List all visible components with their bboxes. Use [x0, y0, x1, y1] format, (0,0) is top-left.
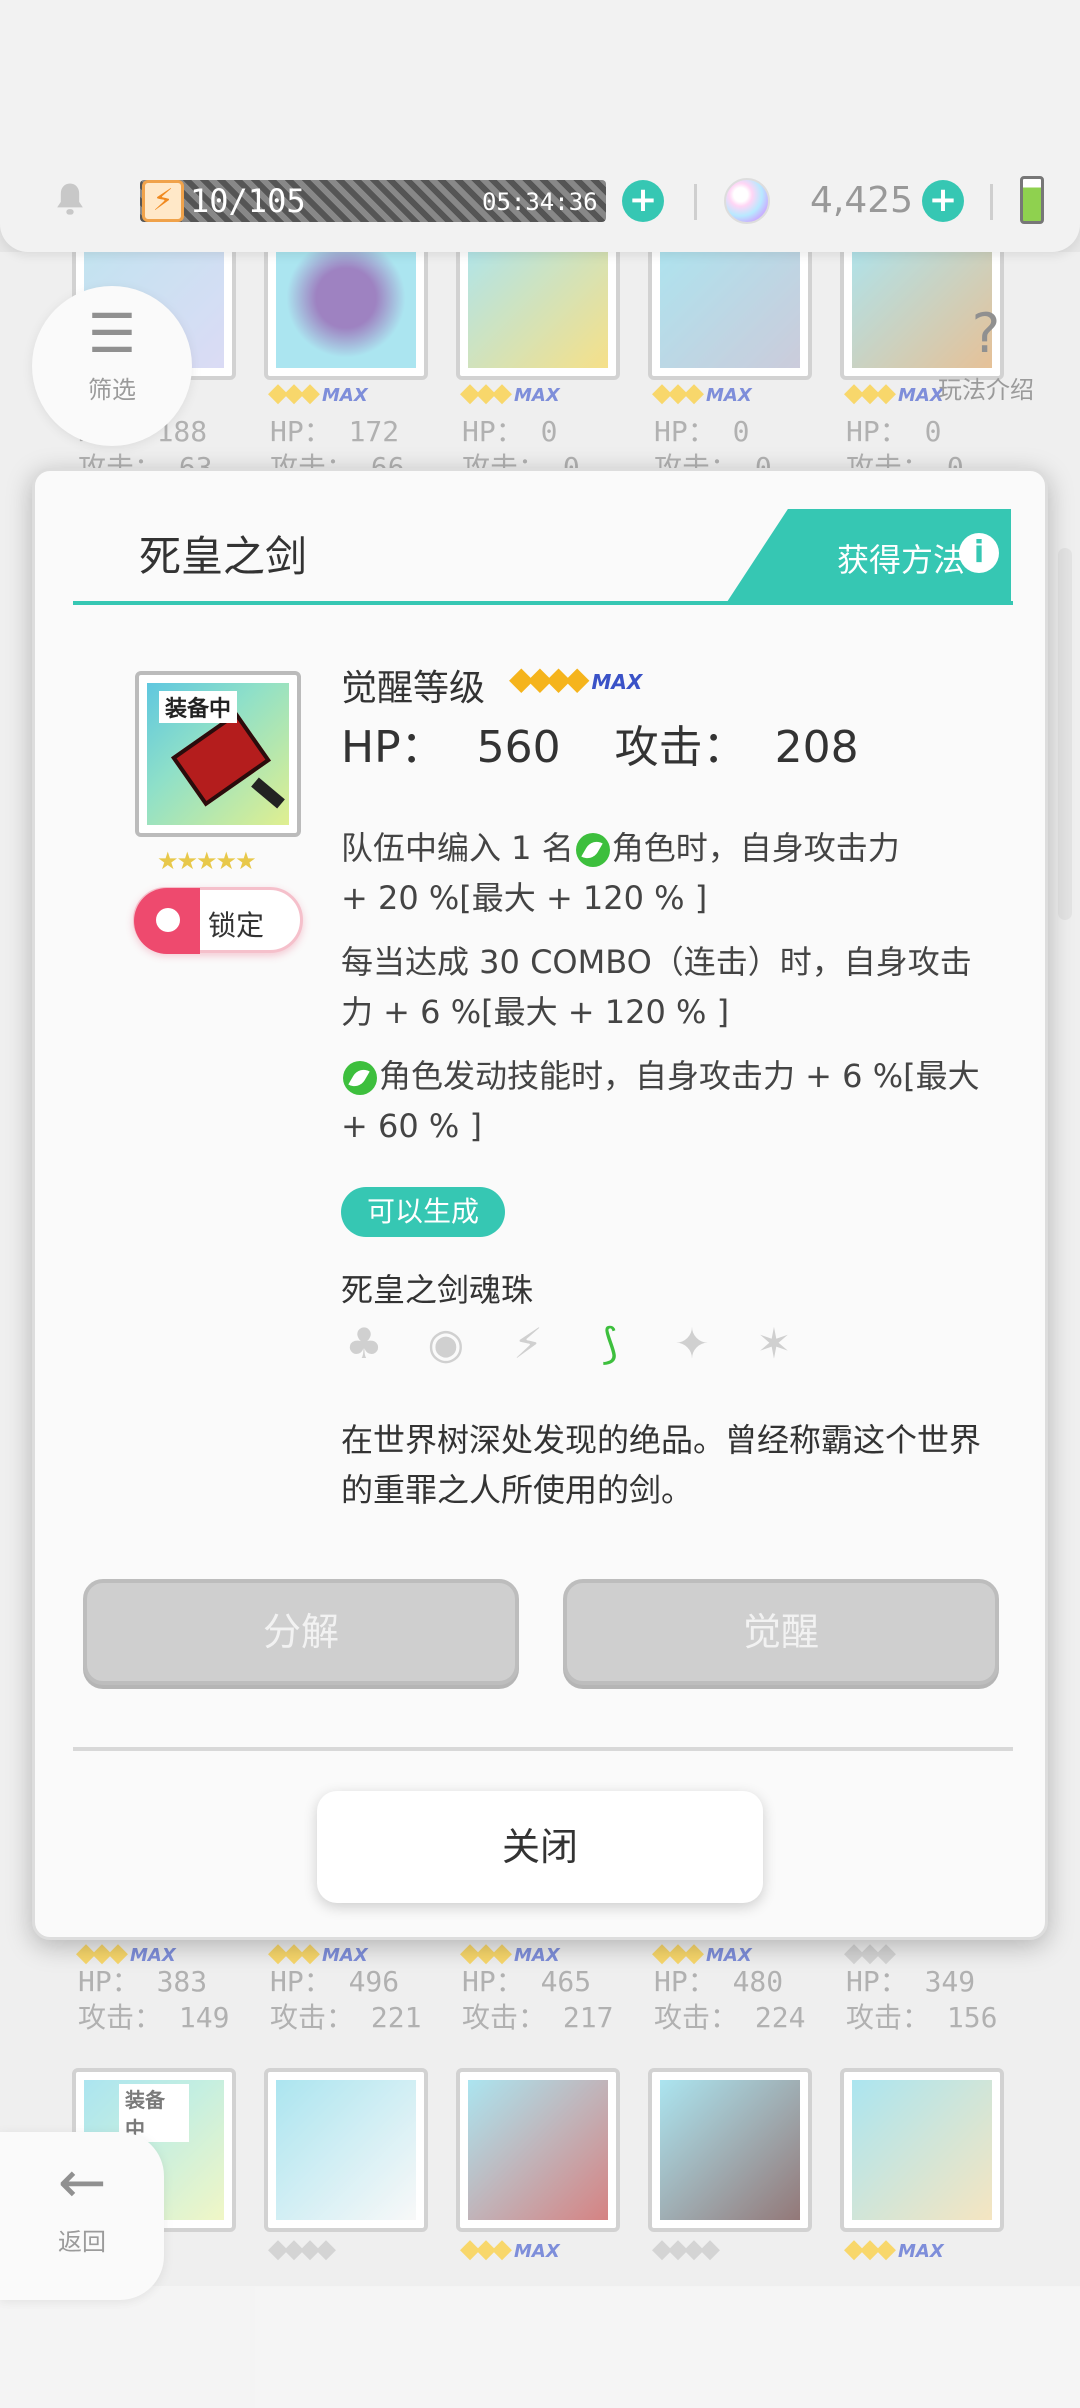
hp-label: HP：: [341, 722, 445, 773]
gem-count: 4,425: [810, 180, 914, 221]
fire-attribute-icon: ♣: [345, 1319, 383, 1368]
item-detail-modal: 死皇之剑 获得方法 i 装备中 ★★★★★ 锁定 觉醒等级 ◆◆◆◆ MAX HP…: [32, 468, 1048, 1940]
craftable-badge: 可以生成: [341, 1187, 506, 1237]
close-button[interactable]: 关闭: [317, 1791, 763, 1903]
equipped-tag: 装备中: [159, 691, 238, 723]
info-icon: i: [959, 533, 999, 573]
leaf-attribute-icon: [575, 833, 610, 867]
item-stats: HP： 560 攻击： 208: [341, 711, 859, 775]
hp-value: 560: [476, 722, 561, 773]
gem-icon: [724, 178, 770, 224]
modal-title: 死皇之剑: [139, 532, 308, 581]
soul-orb-name: 死皇之剑魂珠: [341, 1271, 534, 1309]
atk-value: 208: [774, 722, 859, 773]
divider: [694, 184, 697, 220]
battery-icon: [1020, 176, 1044, 224]
add-stamina-button[interactable]: +: [622, 180, 664, 222]
lightning-attribute-icon: ⚡: [513, 1319, 543, 1368]
status-bar: ⚡ 10/105 05:34:36 + 4,425 +: [0, 0, 1080, 252]
leaf-attribute-icon: ⟆: [601, 1319, 619, 1368]
stamina-value: 10/105: [190, 182, 306, 220]
effect-2: 每当达成 30 COMBO（连击）时，自身攻击力 + 6 %[最大 + 120 …: [341, 943, 972, 1031]
bell-icon[interactable]: [48, 178, 92, 222]
lock-toggle[interactable]: 锁定: [133, 887, 303, 954]
light-attribute-icon: ✦: [674, 1319, 710, 1368]
awaken-stars: ◆◆◆◆ MAX: [509, 659, 643, 697]
title-divider: [73, 601, 1013, 605]
awaken-level-label: 觉醒等级: [341, 668, 486, 709]
atk-label: 攻击：: [614, 722, 747, 773]
lock-icon: [134, 888, 200, 954]
water-attribute-icon: ◉: [427, 1319, 465, 1368]
get-method-button[interactable]: 获得方法 i: [725, 509, 1011, 605]
dark-attribute-icon: ✶: [756, 1319, 792, 1368]
item-description: 在世界树深处发现的绝品。曾经称霸这个世界的重罪之人所使用的剑。: [341, 1421, 982, 1509]
divider: [990, 184, 993, 220]
add-gems-button[interactable]: +: [922, 180, 964, 222]
lock-label: 锁定: [208, 909, 265, 942]
item-image: 装备中: [135, 671, 301, 837]
rarity-stars: ★★★★★: [157, 847, 257, 875]
effect-3: 角色发动技能时，自身攻击力 + 6 %[最大 + 60 % ]: [341, 1057, 980, 1145]
bottom-divider: [73, 1747, 1013, 1751]
leaf-attribute-icon: [343, 1061, 377, 1095]
sword-icon: [171, 711, 271, 807]
get-method-label: 获得方法: [837, 541, 966, 579]
effect-1: 队伍中编入 1 名角色时，自身攻击力 + 20 %[最大 + 120 % ]: [341, 829, 900, 917]
lightning-icon: ⚡: [142, 180, 184, 222]
decompose-button[interactable]: 分解: [83, 1579, 519, 1685]
stamina-timer: 05:34:36: [482, 188, 598, 216]
awaken-button[interactable]: 觉醒: [563, 1579, 999, 1685]
